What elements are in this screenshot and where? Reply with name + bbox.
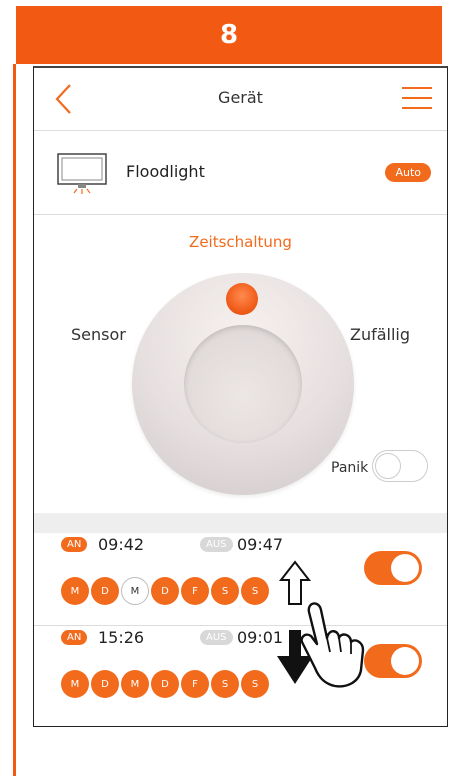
device-name: Floodlight [126,162,205,181]
toggle-thumb [391,554,419,582]
app-header: Gerät [34,68,447,131]
schedule-row[interactable]: AN 09:42 AUS 09:47 M D M D F S S [34,533,447,626]
day-wed[interactable]: M [121,670,149,698]
on-time[interactable]: 09:42 [98,535,144,554]
on-tag: AN [61,630,88,645]
phone-screen: Gerät Floodlight Auto Zeitschaltung Sens… [33,66,448,727]
panic-label: Panik [331,460,369,476]
day-mon[interactable]: M [61,577,89,605]
day-mon[interactable]: M [61,670,89,698]
mode-dial[interactable] [132,273,354,495]
day-tue[interactable]: D [91,670,119,698]
day-sun[interactable]: S [241,670,269,698]
mode-title-zeitschaltung[interactable]: Zeitschaltung [34,233,447,251]
panic-toggle-thumb [375,453,401,479]
weekday-selector: M D M D F S S [61,670,269,698]
mode-sensor-label[interactable]: Sensor [71,325,126,344]
day-sat[interactable]: S [211,577,239,605]
day-thu[interactable]: D [151,670,179,698]
dial-knob[interactable] [226,283,258,315]
toggle-thumb [391,647,419,675]
dial-center [184,325,302,443]
page-title: Gerät [218,88,263,107]
day-fri[interactable]: F [181,670,209,698]
auto-badge[interactable]: Auto [385,163,431,182]
day-tue[interactable]: D [91,577,119,605]
schedule-toggle[interactable] [364,551,422,585]
off-time[interactable]: 09:47 [237,535,283,554]
day-sat[interactable]: S [211,670,239,698]
device-row[interactable]: Floodlight Auto [34,130,447,215]
step-number: 8 [219,20,239,50]
step-banner: 8 [16,6,442,64]
floodlight-icon [57,153,107,194]
day-fri[interactable]: F [181,577,209,605]
schedule-toggle[interactable] [364,644,422,678]
off-tag: AUS [200,537,233,552]
schedule-row[interactable]: AN 15:26 AUS 09:01 M D M D F S S [34,626,447,718]
day-sun[interactable]: S [241,577,269,605]
weekday-selector: M D M D F S S [61,577,269,605]
on-time[interactable]: 15:26 [98,628,144,647]
on-tag: AN [61,537,88,552]
left-rule [13,64,16,776]
off-time[interactable]: 09:01 [237,628,283,647]
hamburger-menu-icon[interactable] [401,85,433,111]
off-tag: AUS [200,630,233,645]
mode-selector: Zeitschaltung Sensor Zufällig Panik [34,215,447,513]
day-wed[interactable]: M [121,577,149,605]
day-thu[interactable]: D [151,577,179,605]
section-separator [34,513,447,533]
mode-random-label[interactable]: Zufällig [350,325,410,344]
panic-toggle[interactable] [372,450,428,482]
